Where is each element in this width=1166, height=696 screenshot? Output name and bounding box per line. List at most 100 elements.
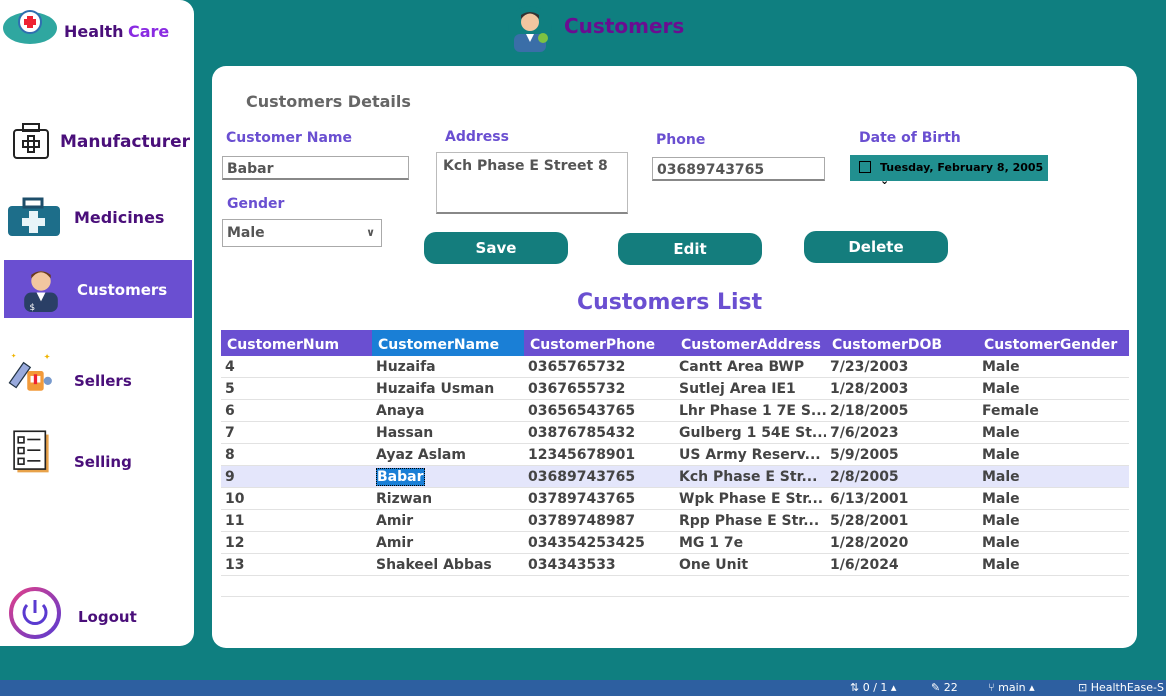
changes-indicator[interactable]: ✎ 22 xyxy=(931,681,958,694)
table-cell[interactable]: 7 xyxy=(221,422,372,443)
table-cell[interactable]: 03789748987 xyxy=(524,510,675,531)
table-cell[interactable]: Amir xyxy=(372,532,524,553)
table-cell[interactable]: 12345678901 xyxy=(524,444,675,465)
table-row[interactable]: 4 Huzaifa 0365765732 Cantt Area BWP 7/23/200… xyxy=(221,356,1129,378)
table-cell[interactable]: 6/13/2001 xyxy=(826,488,978,509)
column-header[interactable]: CustomerGender xyxy=(978,330,1129,356)
table-cell[interactable]: Amir xyxy=(372,510,524,531)
table-cell[interactable]: 9 xyxy=(221,466,372,487)
chevron-down-icon: ⌄ xyxy=(880,174,890,187)
table-cell[interactable]: Wpk Phase E Str... xyxy=(675,488,826,509)
column-header[interactable]: CustomerNum xyxy=(221,330,372,356)
customers-table[interactable]: CustomerNum CustomerName CustomerPhone Cust… xyxy=(221,330,1129,576)
sidebar-item-medicines[interactable]: Medicines xyxy=(4,188,192,246)
table-row[interactable]: 10 Rizwan 03789743765 Wpk Phase E Str... 6/1… xyxy=(221,488,1129,510)
table-cell[interactable]: 03656543765 xyxy=(524,400,675,421)
column-header[interactable]: CustomerDOB xyxy=(826,330,978,356)
table-cell[interactable]: 7/23/2003 xyxy=(826,356,978,377)
table-cell[interactable]: 0365765732 xyxy=(524,356,675,377)
table-cell[interactable]: 0367655732 xyxy=(524,378,675,399)
table-cell[interactable]: Rpp Phase E Str... xyxy=(675,510,826,531)
table-cell[interactable]: 2/8/2005 xyxy=(826,466,978,487)
table-cell[interactable]: 8 xyxy=(221,444,372,465)
table-cell[interactable]: 5 xyxy=(221,378,372,399)
table-cell[interactable]: Male xyxy=(978,444,1129,465)
table-cell[interactable]: US Army Reserv... xyxy=(675,444,826,465)
table-row[interactable]: 11 Amir 03789748987 Rpp Phase E Str... 5/28/… xyxy=(221,510,1129,532)
branch-indicator[interactable]: ⑂ main ▴ xyxy=(988,681,1035,694)
table-cell[interactable]: Ayaz Aslam xyxy=(372,444,524,465)
logout-button[interactable]: Logout xyxy=(4,584,192,642)
table-cell[interactable]: 6 xyxy=(221,400,372,421)
table-cell[interactable]: Female xyxy=(978,400,1129,421)
table-cell[interactable]: Male xyxy=(978,510,1129,531)
sidebar-item-selling[interactable]: Selling xyxy=(4,422,192,480)
table-cell[interactable]: 034343533 xyxy=(524,554,675,575)
sidebar-item-sellers[interactable]: ✦ ✦ Sellers xyxy=(4,342,192,400)
table-cell[interactable]: MG 1 7e xyxy=(675,532,826,553)
table-row[interactable]: 13 Shakeel Abbas 034343533 One Unit 1/6/2024… xyxy=(221,554,1129,576)
table-cell[interactable]: Male xyxy=(978,532,1129,553)
repo-indicator[interactable]: ⊡ HealthEase-S xyxy=(1078,681,1164,694)
table-cell[interactable]: One Unit xyxy=(675,554,826,575)
table-row[interactable]: 9 Babar 03689743765 Kch Phase E Str... 2/8/2… xyxy=(221,466,1129,488)
table-row[interactable]: 6 Anaya 03656543765 Lhr Phase 1 7E S... 2/18… xyxy=(221,400,1129,422)
table-cell[interactable]: 5/28/2001 xyxy=(826,510,978,531)
table-cell[interactable]: 03689743765 xyxy=(524,466,675,487)
table-cell[interactable]: Anaya xyxy=(372,400,524,421)
dob-date-picker[interactable]: Tuesday, February 8, 2005 ⌄ xyxy=(850,155,1048,187)
table-cell[interactable]: Rizwan xyxy=(372,488,524,509)
table-cell[interactable]: 2/18/2005 xyxy=(826,400,978,421)
table-cell[interactable]: Male xyxy=(978,488,1129,509)
table-cell[interactable]: 03789743765 xyxy=(524,488,675,509)
save-button[interactable]: Save xyxy=(424,232,568,264)
table-cell[interactable]: Sutlej Area IE1 xyxy=(675,378,826,399)
column-header[interactable]: CustomerName xyxy=(372,330,524,356)
table-header: CustomerNum CustomerName CustomerPhone Cust… xyxy=(221,330,1129,356)
table-cell[interactable]: Lhr Phase 1 7E S... xyxy=(675,400,826,421)
table-cell[interactable]: 4 xyxy=(221,356,372,377)
table-row[interactable]: 8 Ayaz Aslam 12345678901 US Army Reserv... 5… xyxy=(221,444,1129,466)
table-cell[interactable]: 13 xyxy=(221,554,372,575)
sidebar-item-manufacturer[interactable]: Manufacturer xyxy=(4,112,192,170)
table-cell[interactable]: Gulberg 1 54E St... xyxy=(675,422,826,443)
table-row[interactable]: 12 Amir 034354253425 MG 1 7e 1/28/2020 Male xyxy=(221,532,1129,554)
table-cell[interactable]: Huzaifa xyxy=(372,356,524,377)
customer-name-input[interactable]: Babar xyxy=(222,156,409,180)
column-header[interactable]: CustomerPhone xyxy=(524,330,675,356)
delete-button[interactable]: Delete xyxy=(804,231,948,263)
table-cell[interactable]: 11 xyxy=(221,510,372,531)
table-cell[interactable]: Cantt Area BWP xyxy=(675,356,826,377)
table-cell[interactable]: 5/9/2005 xyxy=(826,444,978,465)
dob-value: Tuesday, February 8, 2005 xyxy=(880,161,1044,174)
table-cell[interactable]: Huzaifa Usman xyxy=(372,378,524,399)
table-cell[interactable]: Kch Phase E Str... xyxy=(675,466,826,487)
address-input[interactable]: Kch Phase E Street 8 xyxy=(436,152,628,214)
table-cell[interactable]: 1/6/2024 xyxy=(826,554,978,575)
table-cell[interactable]: Male xyxy=(978,422,1129,443)
table-row[interactable]: 5 Huzaifa Usman 0367655732 Sutlej Area IE1 1… xyxy=(221,378,1129,400)
table-cell[interactable]: 10 xyxy=(221,488,372,509)
table-cell[interactable]: 1/28/2020 xyxy=(826,532,978,553)
table-cell[interactable]: 7/6/2023 xyxy=(826,422,978,443)
table-row[interactable]: 7 Hassan 03876785432 Gulberg 1 54E St... 7/6… xyxy=(221,422,1129,444)
table-body: 4 Huzaifa 0365765732 Cantt Area BWP 7/23/200… xyxy=(221,356,1129,576)
table-cell[interactable]: Hassan xyxy=(372,422,524,443)
table-cell[interactable]: Male xyxy=(978,378,1129,399)
table-cell[interactable]: 1/28/2003 xyxy=(826,378,978,399)
table-cell[interactable]: Male xyxy=(978,466,1129,487)
gender-select[interactable]: Male ∨ xyxy=(222,219,382,247)
table-cell[interactable]: Male xyxy=(978,554,1129,575)
table-cell[interactable]: 03876785432 xyxy=(524,422,675,443)
table-cell[interactable]: 034354253425 xyxy=(524,532,675,553)
table-cell[interactable]: Male xyxy=(978,356,1129,377)
table-cell[interactable]: Shakeel Abbas xyxy=(372,554,524,575)
sidebar-item-customers[interactable]: $ Customers xyxy=(4,260,192,318)
edit-button[interactable]: Edit xyxy=(618,233,762,265)
table-bottom-divider xyxy=(221,596,1129,597)
table-cell[interactable]: Babar xyxy=(372,466,524,487)
column-header[interactable]: CustomerAddress xyxy=(675,330,826,356)
phone-input[interactable]: 03689743765 xyxy=(652,157,825,181)
table-cell[interactable]: 12 xyxy=(221,532,372,553)
position-indicator[interactable]: ⇅ 0 / 1 ▴ xyxy=(850,681,896,694)
